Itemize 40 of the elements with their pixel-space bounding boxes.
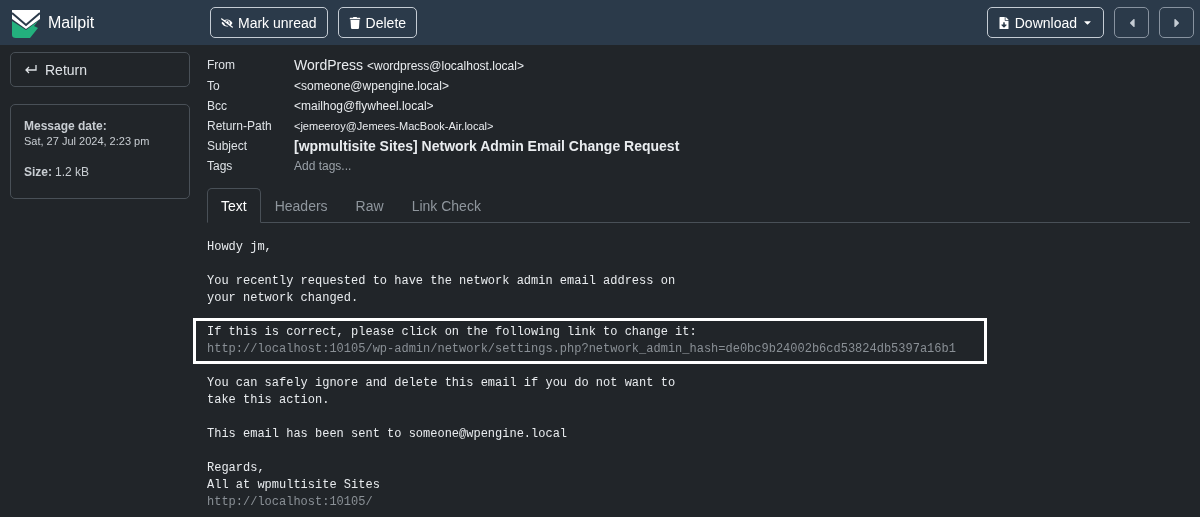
tab[interactable]: Text [207,188,261,223]
tab[interactable]: Raw [341,188,398,223]
header-value: <someone@wpengine.local> [294,78,449,95]
trash-icon [348,16,361,29]
return-button[interactable]: Return [10,52,190,87]
sender-name: WordPress [294,56,363,74]
header-label: Subject [207,139,248,153]
subject-text: [wpmultisite Sites] Network Admin Email Change Request [294,137,680,155]
tags-field[interactable]: Add tags... [294,157,352,175]
info-label: Size: [24,165,52,179]
info-value: Sat, 27 Jul 2024, 2:23 pm [24,135,150,147]
body-text: If this is correct, please click on the following link to change it: [207,324,698,341]
body-text: Regards, All at wpmultisite Sites [207,460,381,494]
body-text: Howdy jm, [207,239,273,256]
link[interactable]: http://localhost:10105/ [207,494,1190,511]
next-button[interactable] [1159,7,1194,38]
header-label: Bcc [207,99,227,113]
sender-address: <wordpress@localhost.local> [367,58,524,75]
app-name: Mailpit [48,13,95,32]
body-text: You recently requested to have the network admin email address on your network changed. [207,273,677,307]
tab[interactable]: Headers [260,188,342,223]
delete-button[interactable]: Delete [337,7,418,38]
header-label: Return-Path [207,119,272,133]
info-value: 1.2 kB [55,165,90,179]
download-button[interactable]: Download [986,7,1104,38]
body-text: You can safely ignore and delete this email if you do not want to take this action. [207,375,677,409]
return-arrow-icon [24,63,38,76]
mark-unread-button[interactable]: Mark unread [210,7,328,38]
eye-slash-icon [221,16,233,29]
link[interactable]: http://localhost:10105/wp-admin/network/settings.php?network_admin_hash=de0bc9b24002b6cd53824db5397a16b1 [207,341,956,358]
header-value: <jemeeroy@Jemees-MacBook-Air.local> [294,119,494,134]
tab[interactable]: Link Check [397,188,495,223]
file-icon [997,16,1010,29]
header-label: Tags [207,159,233,173]
body-text: This email has been sent to someone@wpengine.local [207,426,569,443]
header-label: To [207,79,220,93]
info-label: Message date: [24,119,107,133]
header-label: From [207,58,235,72]
previous-button[interactable] [1114,7,1149,38]
header-value: <mailhog@flywheel.local> [294,98,434,115]
